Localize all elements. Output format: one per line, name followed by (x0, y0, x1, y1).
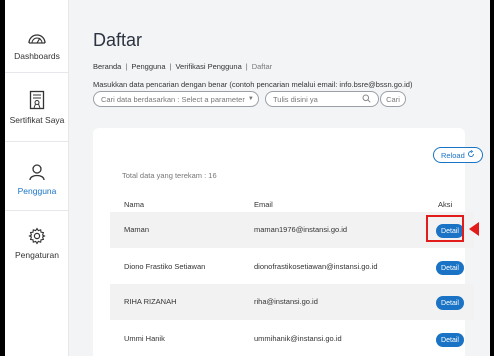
sidebar: Dashboards Sertifikat Saya Pengguna Peng… (5, 0, 69, 356)
search-parameter-select[interactable]: Cari data berdasarkan : Select a paramet… (93, 91, 259, 107)
reload-icon (467, 150, 475, 160)
sidebar-item-label: Dashboards (14, 51, 60, 61)
search-input-placeholder: Tulis disini ya (273, 94, 318, 104)
user-icon (28, 163, 46, 183)
cell-email: dionofrastikosetiawan@instansi.go.id (254, 262, 378, 271)
search-icon (362, 94, 371, 105)
detail-button[interactable]: Detail (436, 296, 464, 310)
divider (5, 210, 69, 211)
column-header-action: Aksi (438, 200, 453, 209)
divider (5, 72, 69, 73)
breadcrumb-current: Daftar (251, 62, 273, 71)
search-input[interactable]: Tulis disini ya (265, 91, 379, 107)
column-header-name: Nama (124, 200, 145, 209)
reload-button[interactable]: Reload (433, 147, 483, 163)
page-title: Daftar (93, 30, 143, 50)
divider (5, 141, 69, 142)
certificate-icon (29, 90, 45, 112)
pointer-arrow-icon (469, 222, 479, 236)
total-records: Total data yang terekam : 16 (122, 171, 217, 180)
gear-icon (28, 227, 46, 247)
cell-name: Ummi Hanik (124, 334, 165, 343)
cell-name: Maman (124, 225, 150, 234)
dashboard-gauge-icon (27, 30, 47, 48)
highlight-box (426, 215, 464, 242)
sidebar-item-label: Pengguna (17, 186, 57, 196)
cell-email: ummihanik@instansi.go.id (254, 334, 342, 343)
app-window: Dashboards Sertifikat Saya Pengguna Peng… (5, 0, 490, 356)
table-row: Ummi Hanik ummihanik@instansi.go.id Deta… (110, 320, 474, 356)
cell-email: riha@instansi.go.id (254, 297, 318, 306)
sidebar-item-sertifikat-saya[interactable]: Sertifikat Saya (5, 90, 69, 125)
sidebar-item-dashboards[interactable]: Dashboards (5, 30, 69, 61)
table-row: Maman maman1976@instansi.go.id Detail (110, 212, 474, 248)
sidebar-item-pengguna[interactable]: Pengguna (5, 163, 69, 196)
select-value: Cari data berdasarkan : Select a paramet… (101, 94, 245, 104)
table-row: RIHA RIZANAH riha@instansi.go.id Detail (110, 284, 474, 320)
detail-button[interactable]: Detail (436, 333, 464, 347)
sidebar-item-pengaturan[interactable]: Pengaturan (5, 227, 69, 260)
main-content: Daftar Beranda | Pengguna | Verifikasi Pengg… (70, 0, 490, 356)
cell-name: Diono Frastiko Setiawan (124, 262, 206, 271)
breadcrumb-verifikasi-pengguna[interactable]: Verifikasi Pengguna (175, 62, 241, 71)
reload-label: Reload (441, 150, 465, 160)
breadcrumb-pengguna[interactable]: Pengguna (131, 62, 165, 71)
cell-name: RIHA RIZANAH (124, 297, 177, 306)
sidebar-item-label: Sertifikat Saya (9, 115, 65, 125)
search-button[interactable]: Cari (380, 91, 406, 107)
search-hint: Masukkan data pencarian dengan benar (co… (93, 80, 413, 89)
table-row: Diono Frastiko Setiawan dionofrastikoset… (110, 248, 474, 284)
breadcrumb-beranda[interactable]: Beranda (93, 62, 121, 71)
caret-down-icon: ▼ (247, 96, 254, 102)
column-header-email: Email (254, 200, 273, 209)
breadcrumb: Beranda | Pengguna | Verifikasi Pengguna | Daf… (93, 62, 273, 71)
cell-email: maman1976@instansi.go.id (254, 225, 348, 234)
sidebar-item-label: Pengaturan (15, 250, 59, 260)
detail-button[interactable]: Detail (436, 261, 464, 275)
